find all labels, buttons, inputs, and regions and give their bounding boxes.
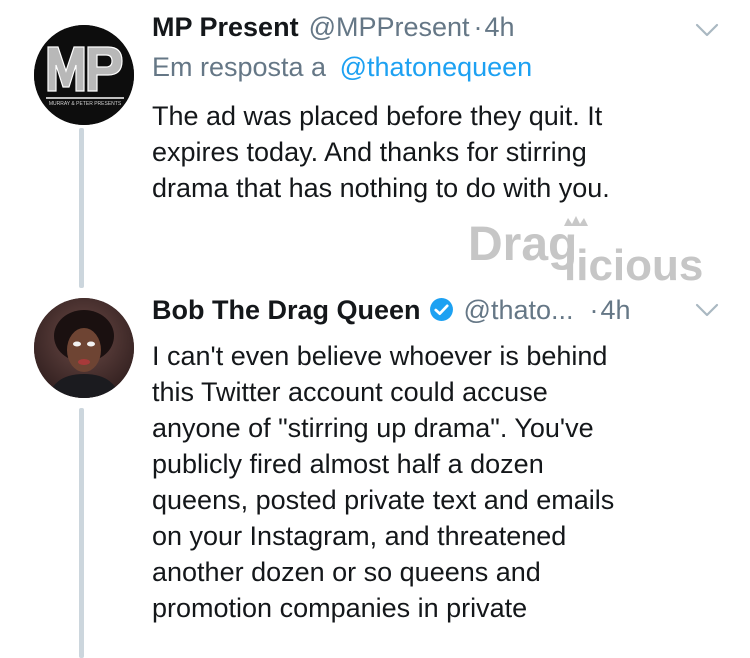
user-handle[interactable]: @thato...: [464, 295, 574, 326]
tweet-text-line: I can't even believe whoever is behind: [152, 341, 608, 371]
tweet-text-line: The ad was placed before they quit. It: [152, 101, 603, 131]
tweet-text-line: queens, posted private text and emails: [152, 485, 615, 515]
draglicious-watermark: Drag licious: [468, 216, 703, 290]
profile-photo: [34, 298, 134, 398]
tweet-text-line: another dozen or so queens and: [152, 557, 541, 587]
watermark-text-top: Drag: [468, 218, 577, 271]
verified-badge-icon: [429, 298, 453, 321]
reply-prefix: Em resposta a: [152, 52, 327, 82]
thread-connector: [79, 408, 84, 658]
mp-present-logo: MURRAY & PETER PRESENTS: [34, 25, 134, 125]
display-name[interactable]: MP Present: [152, 12, 299, 43]
separator-dot: ·: [589, 295, 599, 325]
separator-dot: ·: [473, 12, 483, 42]
tweet-text-line: drama that has nothing to do with you.: [152, 173, 610, 203]
chevron-down-icon[interactable]: [694, 20, 720, 40]
tweet-text: The ad was placed before they quit. It e…: [152, 98, 610, 206]
tweet-text-line: expires today. And thanks for stirring: [152, 137, 587, 167]
timestamp[interactable]: 4h: [601, 295, 631, 326]
user-handle[interactable]: @MPPresent: [309, 12, 470, 43]
tweet-text-line: this Twitter account could accuse: [152, 377, 548, 407]
timestamp[interactable]: 4h: [485, 12, 515, 43]
logo-subtitle: MURRAY & PETER PRESENTS: [49, 101, 122, 107]
tweet-text: I can't even believe whoever is behind t…: [152, 338, 614, 626]
tweet-text-line: anyone of "stirring up drama". You've: [152, 413, 594, 443]
watermark-text-bottom: licious: [564, 241, 703, 290]
tweet-header: Bob The Drag Queen @thato... · 4h: [152, 294, 631, 326]
thread-connector: [79, 128, 84, 288]
reply-context: Em resposta a @thatonequeen: [152, 52, 532, 83]
reply-to-link[interactable]: @thatonequeen: [340, 52, 533, 82]
tweet-text-line: publicly fired almost half a dozen: [152, 449, 544, 479]
avatar[interactable]: MURRAY & PETER PRESENTS: [34, 25, 134, 125]
chevron-down-icon[interactable]: [694, 300, 720, 320]
display-name[interactable]: Bob The Drag Queen: [152, 295, 421, 326]
tweet-header: MP Present @MPPresent · 4h: [152, 12, 515, 43]
avatar[interactable]: [34, 298, 134, 398]
tweet-text-line: on your Instagram, and threatened: [152, 521, 567, 551]
tweet-text-line: promotion companies in private: [152, 593, 528, 623]
